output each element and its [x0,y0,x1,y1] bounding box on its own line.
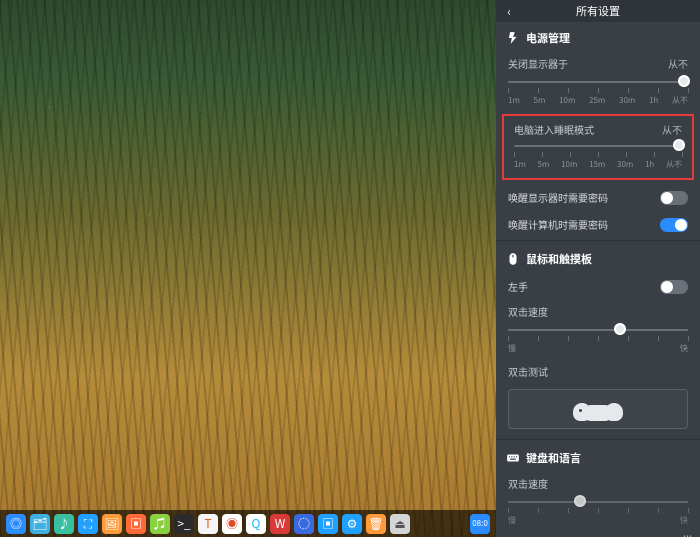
dock: ◎🗂♪⛶🖼▣♫>_T◉QW◌▣⚙🗑⏏08:0 [0,510,496,537]
dock-files[interactable]: 🗂 [30,514,50,534]
keyboard-icon [506,451,520,465]
double-click-tester[interactable] [508,389,688,429]
panel-header: ‹ 所有设置 [496,0,700,22]
wake-pc-password-row: 唤醒计算机时需要密码 [496,211,700,238]
left-hand-switch[interactable] [660,280,688,294]
mouse-icon [506,252,520,266]
double-click-min: 慢 [508,343,516,354]
dock-tray[interactable]: 08:0 [470,514,490,534]
dock-text[interactable]: T [198,514,218,534]
section-mouse-label: 鼠标和触摸板 [526,251,592,267]
dock-store[interactable]: ⛶ [78,514,98,534]
dock-trash[interactable]: 🗑 [366,514,386,534]
dock-wps[interactable]: W [270,514,290,534]
repeat-speed-row: 双击速度 [496,472,700,495]
double-test-label: 双击测试 [508,364,548,379]
dock-control[interactable]: ⚙ [342,514,362,534]
dock-video[interactable]: ▣ [126,514,146,534]
bolt-icon [506,31,520,45]
repeat-speed-max: 快 [680,515,688,526]
display-off-label: 关闭显示器于 [508,56,568,71]
double-test-row: 双击测试 [496,360,700,383]
wake-display-password-label: 唤醒显示器时需要密码 [508,190,608,205]
section-keyboard-label: 键盘和语言 [526,450,581,466]
wake-pc-password-label: 唤醒计算机时需要密码 [508,217,608,232]
wake-display-password-switch[interactable] [660,191,688,205]
dock-terminal[interactable]: >_ [174,514,194,534]
display-off-value: 从不 [668,56,688,71]
repeat-speed-slider[interactable]: 慢 快 [496,495,700,532]
dock-eject[interactable]: ⏏ [390,514,410,534]
left-hand-label: 左手 [508,279,528,294]
sleep-row: 电脑进入睡眠模式 从不 [508,120,688,139]
display-off-row: 关闭显示器于 从不 [496,52,700,75]
desktop-wallpaper [0,0,496,537]
sleep-value: 从不 [662,122,682,137]
sleep-label: 电脑进入睡眠模式 [514,122,594,137]
dock-qq[interactable]: Q [246,514,266,534]
dock-loading[interactable]: ◌ [294,514,314,534]
cat-icon [571,395,625,423]
double-click-slider[interactable]: 慢 快 [496,323,700,360]
dock-launcher[interactable]: ◎ [6,514,26,534]
dock-chrome[interactable]: ◉ [222,514,242,534]
display-off-slider[interactable]: 1m5m10m25m30m1h从不 [496,75,700,112]
version-hint: jii [496,532,700,537]
highlight-box: 电脑进入睡眠模式 从不 1m5m10m15m30m1h从不 [502,114,694,180]
divider [496,439,700,440]
wake-pc-password-switch[interactable] [660,218,688,232]
wake-display-password-row: 唤醒显示器时需要密码 [496,184,700,211]
repeat-speed-label: 双击速度 [508,476,548,491]
divider [496,240,700,241]
settings-panel: ‹ 所有设置 电源管理 关闭显示器于 从不 1m5m10m25m30m1h从不 … [496,0,700,537]
left-hand-row: 左手 [496,273,700,300]
dock-music-2[interactable]: ♫ [150,514,170,534]
dock-music-1[interactable]: ♪ [54,514,74,534]
back-icon[interactable]: ‹ [502,4,516,18]
section-mouse: 鼠标和触摸板 [496,243,700,273]
section-keyboard: 键盘和语言 [496,442,700,472]
dock-screenshot[interactable]: ▣ [318,514,338,534]
section-power: 电源管理 [496,22,700,52]
double-click-max: 快 [680,343,688,354]
sleep-slider[interactable]: 1m5m10m15m30m1h从不 [508,139,688,172]
double-click-speed-row: 双击速度 [496,300,700,323]
repeat-speed-min: 慢 [508,515,516,526]
section-power-label: 电源管理 [526,30,570,46]
double-click-speed-label: 双击速度 [508,304,548,319]
dock-image[interactable]: 🖼 [102,514,122,534]
panel-title: 所有设置 [576,3,620,19]
